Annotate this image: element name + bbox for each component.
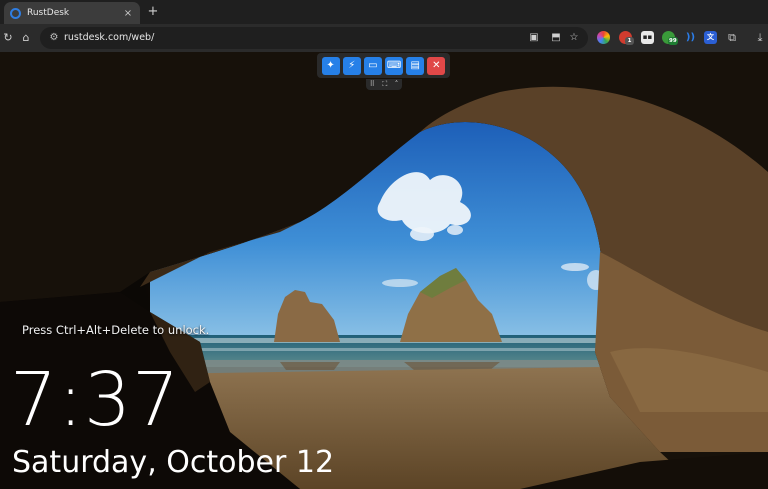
close-icon: ✕ bbox=[432, 59, 441, 71]
site-settings-icon[interactable]: ⚙ bbox=[46, 30, 62, 46]
pin-button[interactable]: ✦ bbox=[321, 56, 340, 75]
lock-date: Saturday, October 12 bbox=[12, 445, 335, 480]
bookmark-star-icon[interactable]: ☆ bbox=[566, 30, 582, 46]
lock-clock: 7:37 bbox=[10, 357, 181, 443]
extensions-puzzle-icon[interactable]: ⧉ bbox=[724, 30, 740, 46]
tab-strip: RustDesk × + bbox=[0, 0, 768, 24]
chat-button[interactable]: ▤ bbox=[406, 56, 425, 75]
tab-title: RustDesk bbox=[27, 8, 70, 18]
display-button[interactable]: ▭ bbox=[363, 56, 382, 75]
new-tab-button[interactable]: + bbox=[146, 4, 160, 20]
audio-extension-icon[interactable]: )) bbox=[684, 31, 697, 44]
address-bar[interactable]: ⚙ rustdesk.com/web/ ▣ ⬒ ☆ bbox=[40, 27, 588, 49]
collapse-chevron-icon[interactable]: ˄ bbox=[395, 79, 399, 90]
cast-icon[interactable]: ⬒ bbox=[548, 30, 564, 46]
translate-extension-icon[interactable]: 文 bbox=[704, 31, 717, 44]
rustdesk-toolbar: ✦ ⚡ ▭ ⌨ ▤ ✕ bbox=[317, 53, 450, 78]
reload-icon[interactable]: ↻ bbox=[0, 30, 16, 46]
red-extension-badge: 1 bbox=[625, 37, 634, 45]
red-extension-icon[interactable]: 1 bbox=[619, 31, 634, 45]
keyboard-button[interactable]: ⌨ bbox=[385, 56, 404, 75]
pin-icon: ✦ bbox=[326, 59, 335, 71]
drag-handle-icon[interactable]: ⠿ bbox=[370, 79, 375, 90]
tab-rustdesk[interactable]: RustDesk × bbox=[4, 2, 140, 24]
disconnect-button[interactable]: ✕ bbox=[427, 56, 446, 75]
rustdesk-favicon-icon bbox=[10, 7, 21, 19]
monitor-icon: ▭ bbox=[368, 59, 378, 71]
lightning-icon: ⚡ bbox=[348, 59, 356, 71]
page-info-icon[interactable]: ▣ bbox=[526, 30, 542, 46]
fullscreen-icon[interactable]: ⛶ bbox=[382, 79, 387, 90]
download-icon[interactable]: ⤓ bbox=[752, 30, 768, 46]
green-extension-icon[interactable]: 99 bbox=[662, 31, 678, 45]
browser-toolbar: ↻ ⌂ ⚙ rustdesk.com/web/ ▣ ⬒ ☆ 1 ▪▪ 99 ))… bbox=[0, 24, 768, 52]
toolbar-handle: ⠿ ⛶ ˄ bbox=[366, 79, 402, 90]
action-button[interactable]: ⚡ bbox=[342, 56, 361, 75]
address-url[interactable]: rustdesk.com/web/ bbox=[64, 32, 154, 43]
unlock-hint: Press Ctrl+Alt+Delete to unlock. bbox=[22, 323, 210, 337]
color-wheel-extension-icon[interactable] bbox=[597, 31, 610, 44]
keyboard-icon: ⌨ bbox=[386, 59, 402, 71]
chat-icon: ▤ bbox=[410, 59, 420, 71]
green-extension-badge: 99 bbox=[668, 37, 678, 45]
home-icon[interactable]: ⌂ bbox=[18, 30, 34, 46]
dark-extension-icon[interactable]: ▪▪ bbox=[641, 31, 654, 44]
tab-close-icon[interactable]: × bbox=[122, 8, 134, 19]
